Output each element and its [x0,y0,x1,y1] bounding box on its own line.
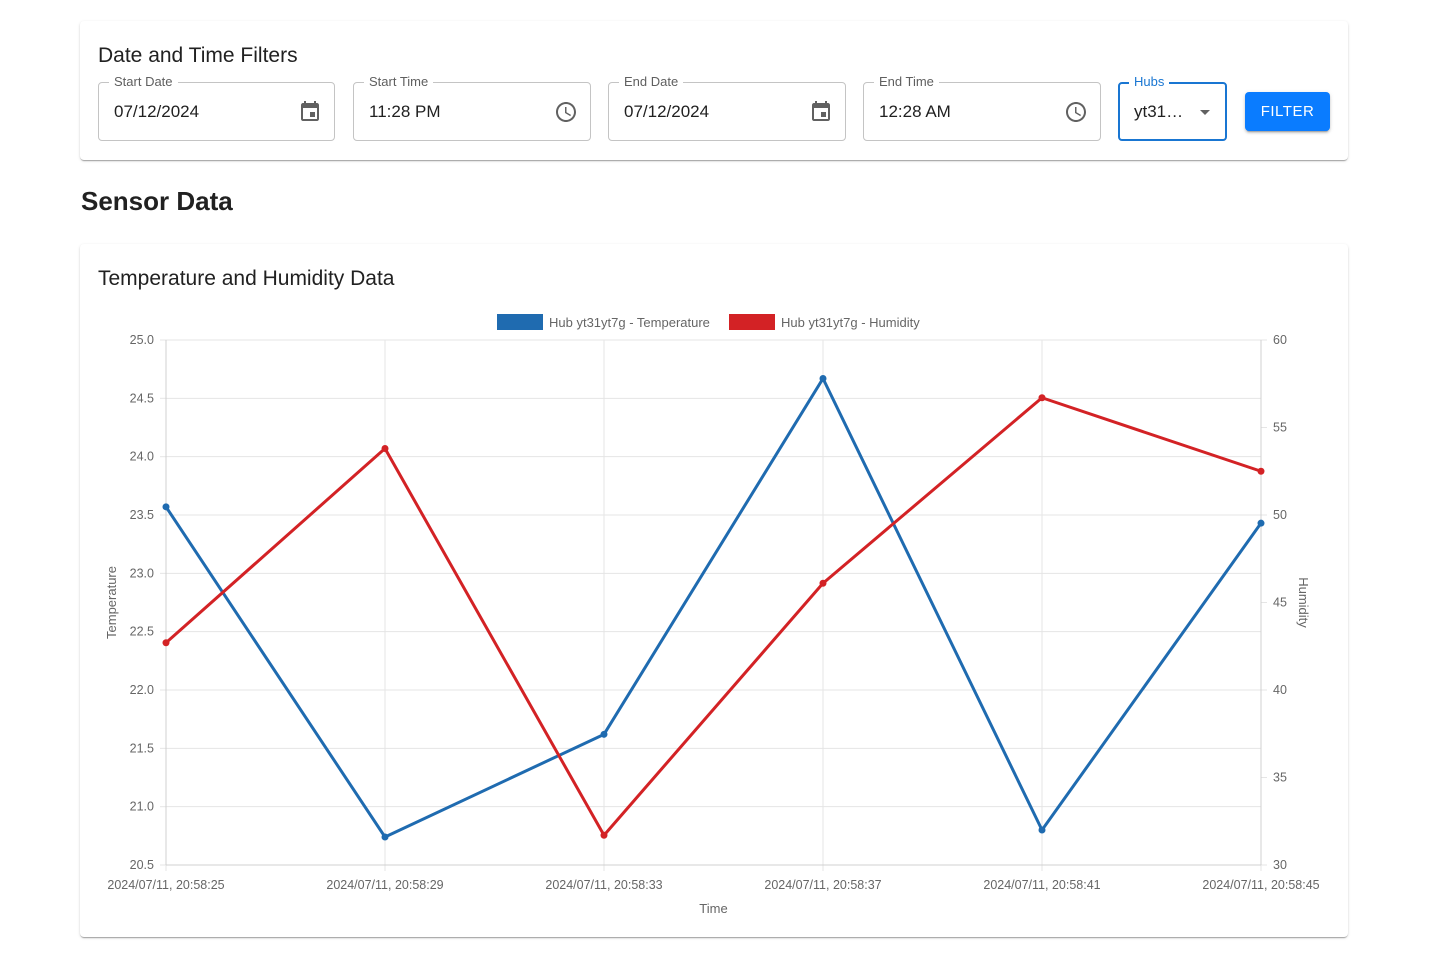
dropdown-arrow-icon[interactable] [1193,100,1217,124]
y-left-tick-label: 23.5 [130,508,154,522]
hubs-selected-value[interactable]: yt31… [1134,102,1183,122]
filters-title: Date and Time Filters [98,44,298,67]
y-left-tick-label: 22.0 [130,683,154,697]
data-point-humidity [381,445,389,452]
data-point-humidity [1257,467,1265,475]
y-right-tick-label: 45 [1273,596,1287,610]
series-line-temperature [164,377,1263,839]
x-tick-label: 2024/07/11, 20:58:25 [107,878,224,892]
y-left-tick-label: 24.0 [130,450,154,464]
x-tick-label: 2024/07/11, 20:58:37 [764,878,881,892]
hubs-select[interactable]: Hubs yt31… [1118,74,1227,141]
y-right-tick-label: 60 [1273,333,1287,347]
end-time-value[interactable]: 12:28 AM [879,102,951,122]
y-left-tick-label: 20.5 [130,858,154,872]
date-time-filters-card: Date and Time Filters Start Date 07/12/2… [80,21,1348,160]
start-date-label: Start Date [109,74,178,90]
data-point-humidity [162,639,170,647]
y-left-axis-title: Temperature [104,566,119,639]
y-left-tick-label: 21.0 [130,800,154,814]
data-point-humidity [600,831,608,839]
end-date-value[interactable]: 07/12/2024 [624,102,709,122]
temperature-humidity-chart: 25.0 24.5 24.0 23.5 23.0 22.5 22.0 21.5 21.0 20.5… [104,314,1320,916]
y-left-tick-label: 22.5 [130,625,154,639]
y-right-tick-label: 35 [1273,771,1287,785]
hubs-label: Hubs [1129,74,1170,90]
series-line-humidity [165,396,1262,837]
x-tick-label: 2024/07/11, 20:58:41 [983,878,1100,892]
y-right-tick-label: 30 [1273,858,1287,872]
legend-swatch-temperature [497,314,543,330]
start-time-value[interactable]: 11:28 PM [369,102,441,122]
x-tick-label: 2024/07/11, 20:58:45 [1202,878,1319,892]
data-point-temperature [1038,826,1046,834]
legend-label-humidity: Hub yt31yt7g - Humidity [781,315,920,330]
data-point-temperature [162,503,170,511]
start-time-field[interactable]: Start Time 11:28 PM [353,74,591,141]
y-right-axis-title: Humidity [1296,577,1311,628]
data-point-temperature [600,730,608,738]
y-right-tick-label: 55 [1273,421,1287,435]
data-point-temperature [1257,519,1265,527]
data-point-temperature [381,833,389,841]
x-axis-title: Time [699,901,727,916]
y-left-tick-label: 24.5 [130,391,154,405]
x-tick-label: 2024/07/11, 20:58:29 [326,878,443,892]
y-left-tick-label: 21.5 [130,741,154,755]
x-tick-label: 2024/07/11, 20:58:33 [545,878,662,892]
end-time-field[interactable]: End Time 12:28 AM [863,74,1101,141]
start-date-field[interactable]: Start Date 07/12/2024 [98,74,335,141]
data-point-humidity [1038,394,1046,402]
y-left-tick-label: 23.0 [130,566,154,580]
start-time-label: Start Time [364,74,434,90]
y-left-tick-label: 25.0 [130,333,154,347]
y-right-tick-label: 50 [1273,508,1287,522]
data-point-temperature [819,375,827,382]
calendar-icon[interactable] [298,100,322,124]
legend-swatch-humidity [729,314,775,330]
y-right-tick-label: 40 [1273,683,1287,697]
start-date-value[interactable]: 07/12/2024 [114,102,199,122]
clock-icon[interactable] [1064,100,1088,124]
filter-button[interactable]: FILTER [1245,92,1330,131]
calendar-icon[interactable] [809,100,833,124]
chart-card: Temperature and Humidity Data 25.0 24.5 24… [80,244,1348,937]
end-date-field[interactable]: End Date 07/12/2024 [608,74,846,141]
end-time-label: End Time [874,74,939,90]
end-date-label: End Date [619,74,684,90]
legend-label-temperature: Hub yt31yt7g - Temperature [549,315,710,330]
sensor-data-heading: Sensor Data [81,186,233,216]
clock-icon[interactable] [554,100,578,124]
data-point-humidity [819,579,827,587]
